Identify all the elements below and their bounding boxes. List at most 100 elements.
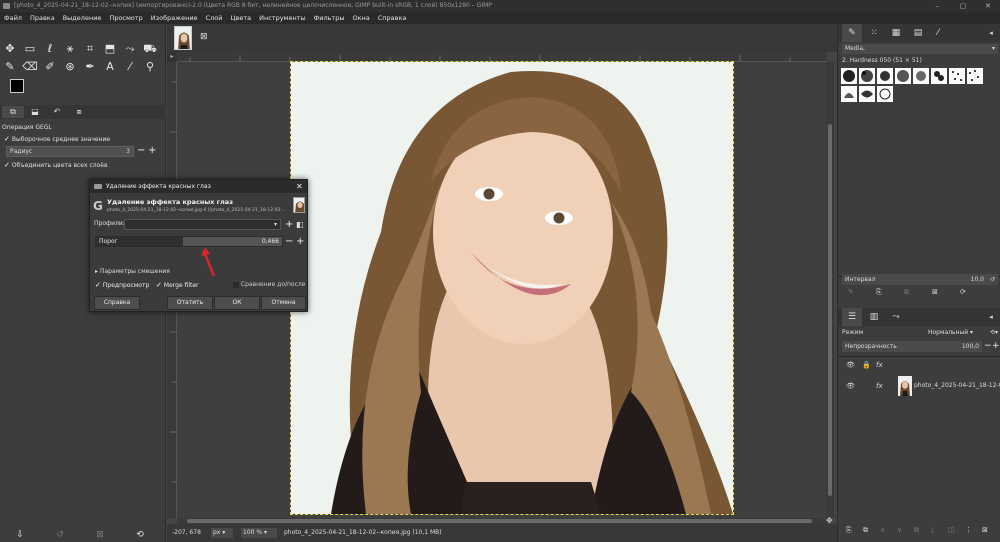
vertical-scrollbar[interactable] xyxy=(826,62,834,518)
brush-thumbnail[interactable] xyxy=(931,68,947,84)
close-image-tab-icon[interactable]: ⊠ xyxy=(200,32,208,42)
preview-checkbox[interactable]: ✓ Предпросмотр xyxy=(95,281,149,289)
profiles-combobox[interactable]: ▾ xyxy=(124,219,281,230)
duplicate-brush-icon[interactable]: ⧉ xyxy=(904,288,909,297)
maximize-button[interactable]: ▢ xyxy=(950,0,976,12)
airbrush-tool-icon[interactable]: ✐ xyxy=(42,60,58,74)
fonts-tab-icon[interactable]: ▦ xyxy=(886,24,906,42)
new-brush-icon[interactable]: ⎘ xyxy=(876,288,882,297)
compare-checkbox[interactable]: Сравнение до/после xyxy=(233,281,305,288)
opacity-slider[interactable]: Непрозрачность 100,0 xyxy=(842,341,982,352)
switch-mode-icon[interactable]: ⟲▾ xyxy=(990,327,998,338)
ok-button[interactable]: ОК xyxy=(214,296,260,310)
threshold-decrease-button[interactable]: − xyxy=(285,237,293,247)
patterns-tab-icon[interactable]: ⁙ xyxy=(864,24,884,42)
save-tool-preset-icon[interactable]: ⇩ xyxy=(12,528,28,542)
dock-menu-icon[interactable]: ◂ xyxy=(981,24,1000,42)
brush-thumbnail[interactable] xyxy=(841,86,857,102)
profile-menu-icon[interactable]: ◧ xyxy=(296,220,304,229)
lower-layer-icon[interactable]: ∨ xyxy=(897,526,902,534)
reset-tool-options-icon[interactable]: ⟲ xyxy=(132,528,148,542)
radius-spinner[interactable]: Радиус 3 xyxy=(6,146,134,157)
undo-history-tab-icon[interactable]: ↶ xyxy=(46,106,68,118)
delete-brush-icon[interactable]: ⊠ xyxy=(932,288,938,296)
radius-increase-button[interactable]: + xyxy=(148,146,156,156)
effects-header-icon[interactable]: fx xyxy=(876,361,883,369)
menu-view[interactable]: Просмотр xyxy=(105,12,146,24)
clone-tool-icon[interactable]: ⊛ xyxy=(62,60,78,74)
duplicate-layer-icon[interactable]: ⧉ xyxy=(914,526,919,535)
menu-edit[interactable]: Правка xyxy=(26,12,59,24)
lock-icon[interactable]: 🔒 xyxy=(862,361,871,369)
move-tool-icon[interactable]: ✥ xyxy=(2,42,18,56)
spacing-slider[interactable]: Интервал 10,0 ↺ xyxy=(842,274,998,285)
help-button[interactable]: Справка xyxy=(94,296,140,310)
brush-thumbnail[interactable] xyxy=(967,68,983,84)
mode-selector[interactable]: Нормальный ▾ xyxy=(928,327,973,338)
mask-icon[interactable]: ◫ xyxy=(948,526,955,534)
opacity-decrease-button[interactable]: − xyxy=(984,341,992,351)
refresh-brushes-icon[interactable]: ⟳ xyxy=(960,288,966,296)
dialog-close-icon[interactable]: ✕ xyxy=(296,180,303,193)
layer-effects-icon[interactable]: ⋮ xyxy=(965,526,972,534)
eye-icon[interactable]: 👁 xyxy=(846,382,855,390)
quick-mask-corner-icon[interactable]: ▸ xyxy=(167,52,177,62)
blend-options-expander[interactable]: ▸ Параметры смешения xyxy=(95,268,170,275)
brush-thumbnail[interactable] xyxy=(859,68,875,84)
brush-thumbnail[interactable] xyxy=(859,86,875,102)
channels-tab-icon[interactable]: ▥ xyxy=(864,308,884,326)
brush-thumbnail[interactable] xyxy=(841,68,857,84)
layer-fx-icon[interactable]: fx xyxy=(876,382,883,390)
brush-thumbnail[interactable] xyxy=(877,68,893,84)
delete-tool-preset-icon[interactable]: ⊠ xyxy=(92,528,108,542)
brushes-tab-icon[interactable]: ✎ xyxy=(842,24,862,42)
menu-layer[interactable]: Слой xyxy=(202,12,227,24)
path-tool-icon[interactable]: ✒ xyxy=(82,60,98,74)
cancel-button[interactable]: Отмена xyxy=(261,296,306,310)
opacity-increase-button[interactable]: + xyxy=(992,341,1000,351)
paths-tab-icon[interactable]: ⤳ xyxy=(886,308,906,326)
horizontal-scroll-thumb[interactable] xyxy=(187,519,812,523)
zoom-tool-icon[interactable]: ⚲ xyxy=(142,60,158,74)
restore-tool-preset-icon[interactable]: ↺ xyxy=(52,528,68,542)
merge-filter-checkbox[interactable]: ✓ Merge filter xyxy=(156,281,199,289)
sampling-option[interactable]: ✓ Выборочное среднее значение xyxy=(4,135,110,143)
brush-tag-filter[interactable]: Media, ▾ xyxy=(842,44,998,54)
gradients-tab-icon[interactable]: ▤ xyxy=(908,24,928,42)
menu-help[interactable]: Справка xyxy=(374,12,411,24)
brush-thumbnail[interactable] xyxy=(949,68,965,84)
bucket-fill-tool-icon[interactable]: ⛟ xyxy=(142,42,158,56)
tool-options-tab-icon[interactable]: ⧉ xyxy=(2,106,24,118)
visibility-lock-icon[interactable]: 👁 xyxy=(846,361,855,369)
lasso-tool-icon[interactable]: ℓ xyxy=(42,42,58,56)
text-tool-icon[interactable]: A xyxy=(102,60,118,74)
rect-select-tool-icon[interactable]: ▭ xyxy=(22,42,38,56)
transform-tool-icon[interactable]: ⬒ xyxy=(102,42,118,56)
fuzzy-select-tool-icon[interactable]: ⚹ xyxy=(62,42,78,56)
color-picker-tool-icon[interactable]: ⁄ xyxy=(122,60,138,74)
threshold-increase-button[interactable]: + xyxy=(296,237,304,247)
zoom-selector[interactable]: 100 % ▾ xyxy=(241,528,277,538)
images-tab-icon[interactable]: ⧈ xyxy=(68,106,90,118)
eraser-tool-icon[interactable]: ⌫ xyxy=(22,60,38,74)
foreground-color-swatch[interactable] xyxy=(10,79,24,93)
layers-tab-icon[interactable]: ☰ xyxy=(842,308,862,326)
merge-layer-icon[interactable]: ⤓ xyxy=(931,526,934,535)
layer-row[interactable]: 👁 fx photo_4_2025-04-21_18-12-0 xyxy=(838,375,1000,397)
radius-decrease-button[interactable]: − xyxy=(137,146,145,156)
paintbrush-tool-icon[interactable]: ✎ xyxy=(2,60,18,74)
brush-thumbnail[interactable] xyxy=(913,68,929,84)
unit-selector[interactable]: px ▾ xyxy=(211,528,233,538)
threshold-slider[interactable]: Порог 0,466 xyxy=(95,236,283,247)
delete-layer-icon[interactable]: ⊠ xyxy=(982,526,988,534)
close-window-button[interactable]: ✕ xyxy=(975,0,1000,12)
menu-colors[interactable]: Цвета xyxy=(226,12,255,24)
raise-layer-icon[interactable]: ∧ xyxy=(880,526,885,534)
menu-select[interactable]: Выделение xyxy=(59,12,106,24)
new-layer-icon[interactable]: ⎘ xyxy=(846,526,852,535)
menu-windows[interactable]: Окна xyxy=(348,12,373,24)
edit-brush-icon[interactable]: ✎ xyxy=(848,288,854,296)
menu-image[interactable]: Изображение xyxy=(147,12,202,24)
menu-filters[interactable]: Фильтры xyxy=(310,12,349,24)
image-tab-thumbnail[interactable] xyxy=(174,26,192,50)
